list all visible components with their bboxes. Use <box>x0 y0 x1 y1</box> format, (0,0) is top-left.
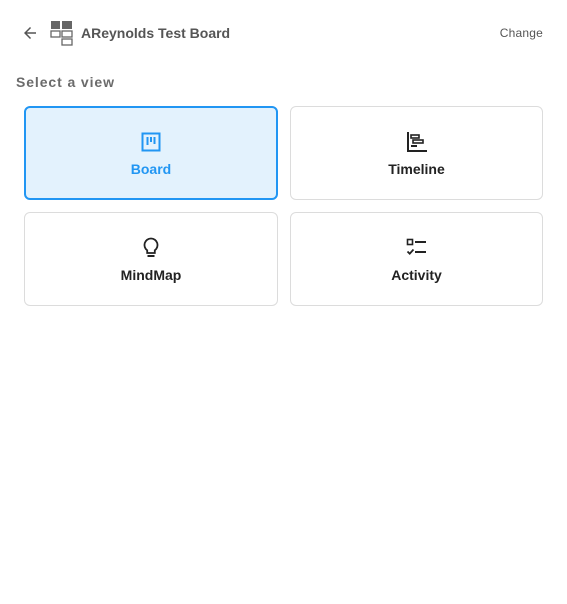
arrow-left-icon <box>24 27 36 39</box>
view-option-mindmap[interactable]: MindMap <box>24 212 278 306</box>
lightbulb-icon <box>139 236 163 260</box>
view-option-label: MindMap <box>120 266 182 283</box>
view-option-timeline[interactable]: Timeline <box>290 106 543 200</box>
timeline-icon <box>405 130 429 154</box>
board-icon <box>139 130 163 154</box>
view-selector-panel: AReynolds Test Board Change Select a vie… <box>0 0 567 604</box>
view-option-activity[interactable]: Activity <box>290 212 543 306</box>
board-title: AReynolds Test Board <box>81 25 231 41</box>
view-option-label: Activity <box>391 266 442 283</box>
back-button[interactable] <box>16 19 44 47</box>
section-label: Select a view <box>16 74 115 90</box>
view-option-board[interactable]: Board <box>24 106 278 200</box>
board-layout-icon <box>50 20 74 46</box>
view-option-label: Timeline <box>388 160 445 177</box>
checklist-icon <box>405 236 429 260</box>
header: AReynolds Test Board Change <box>16 18 543 48</box>
view-option-label: Board <box>130 160 172 177</box>
view-options-grid: Board Timeline MindMap Activity <box>24 106 543 306</box>
change-button[interactable]: Change <box>500 26 543 40</box>
